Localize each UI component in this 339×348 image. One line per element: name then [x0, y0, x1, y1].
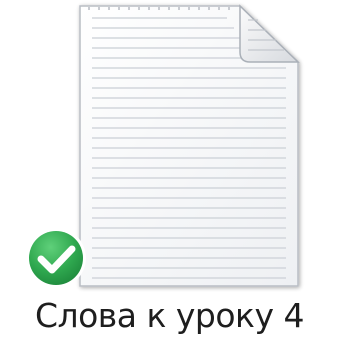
file-name-label[interactable]: Слова к уроку 4	[0, 294, 339, 338]
sync-ok-checkmark-icon	[26, 228, 86, 288]
text-document-icon	[79, 4, 300, 287]
file-item[interactable]: Слова к уроку 4	[0, 0, 339, 348]
